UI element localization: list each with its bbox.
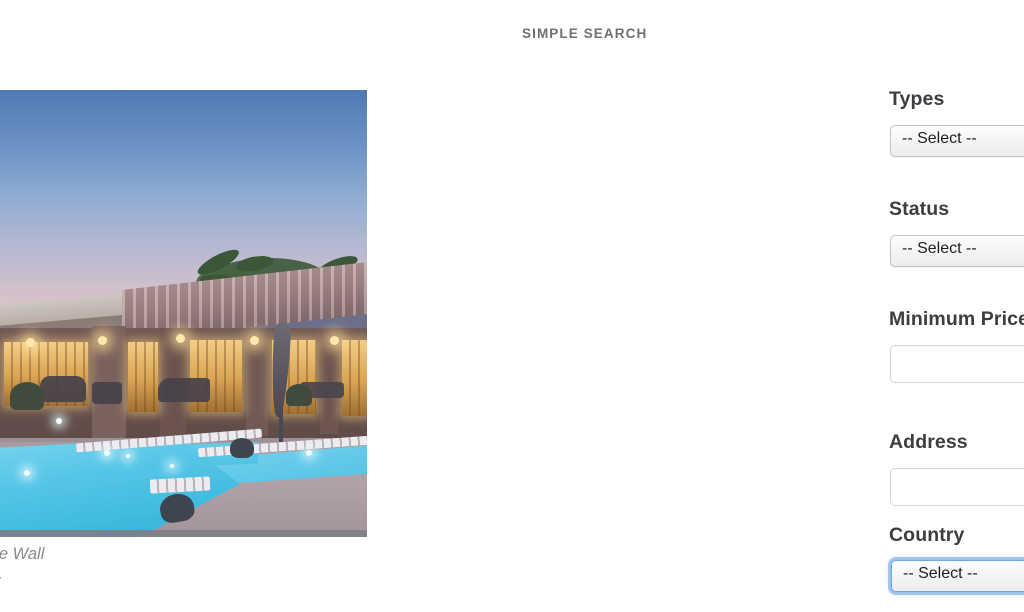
landscape-rock (230, 438, 254, 458)
address-label: Address (889, 431, 968, 453)
caption-line-primary: ide Wall (0, 545, 45, 563)
planter (286, 384, 312, 406)
lit-window (128, 342, 158, 412)
status-select-value: -- Select -- (902, 240, 977, 257)
transport-controls (0, 530, 367, 537)
exterior-light (26, 338, 35, 347)
exterior-light (330, 336, 339, 345)
country-label: Country (889, 524, 965, 546)
minimum-price-label: Minimum Price (889, 308, 1024, 330)
patio-furniture (40, 376, 86, 402)
water-sparkle (126, 454, 130, 458)
patio-furniture (158, 378, 210, 402)
lit-window (342, 340, 367, 416)
caption-line-secondary: er (0, 572, 1, 591)
exterior-light (176, 334, 185, 343)
types-select-value: -- Select -- (902, 130, 977, 147)
address-input[interactable] (890, 468, 1024, 506)
status-select[interactable]: -- Select -- (890, 235, 1024, 267)
water-sparkle (306, 450, 312, 456)
rewind-button[interactable] (2, 530, 58, 537)
water-sparkle (24, 470, 30, 476)
country-select[interactable]: -- Select -- (891, 560, 1024, 592)
patio-furniture (92, 382, 122, 404)
screen-root: -08:19 ide Wall er SIMPLE SEARCH Types -… (0, 0, 1024, 612)
exterior-light (98, 336, 107, 345)
types-select[interactable]: -- Select -- (890, 125, 1024, 157)
planter (10, 382, 44, 410)
exterior-light (250, 336, 259, 345)
simple-search-panel: SIMPLE SEARCH Types -- Select -- Status … (367, 0, 1024, 612)
minimum-price-input[interactable] (890, 345, 1024, 383)
water-sparkle (104, 450, 110, 456)
media-pane: -08:19 ide Wall er (0, 0, 367, 612)
media-caption: ide Wall er (0, 540, 367, 612)
country-select-value: -- Select -- (903, 565, 978, 582)
water-sparkle (56, 418, 62, 424)
water-sparkle (170, 464, 174, 468)
types-label: Types (889, 88, 945, 110)
play-button[interactable] (70, 530, 128, 537)
status-label: Status (889, 198, 950, 220)
panel-eyebrow-title: SIMPLE SEARCH (522, 26, 648, 41)
video-control-bar: -08:19 (0, 530, 367, 537)
house-column (246, 330, 268, 436)
video-player[interactable]: -08:19 (0, 90, 367, 537)
fast-forward-button[interactable] (140, 530, 196, 537)
